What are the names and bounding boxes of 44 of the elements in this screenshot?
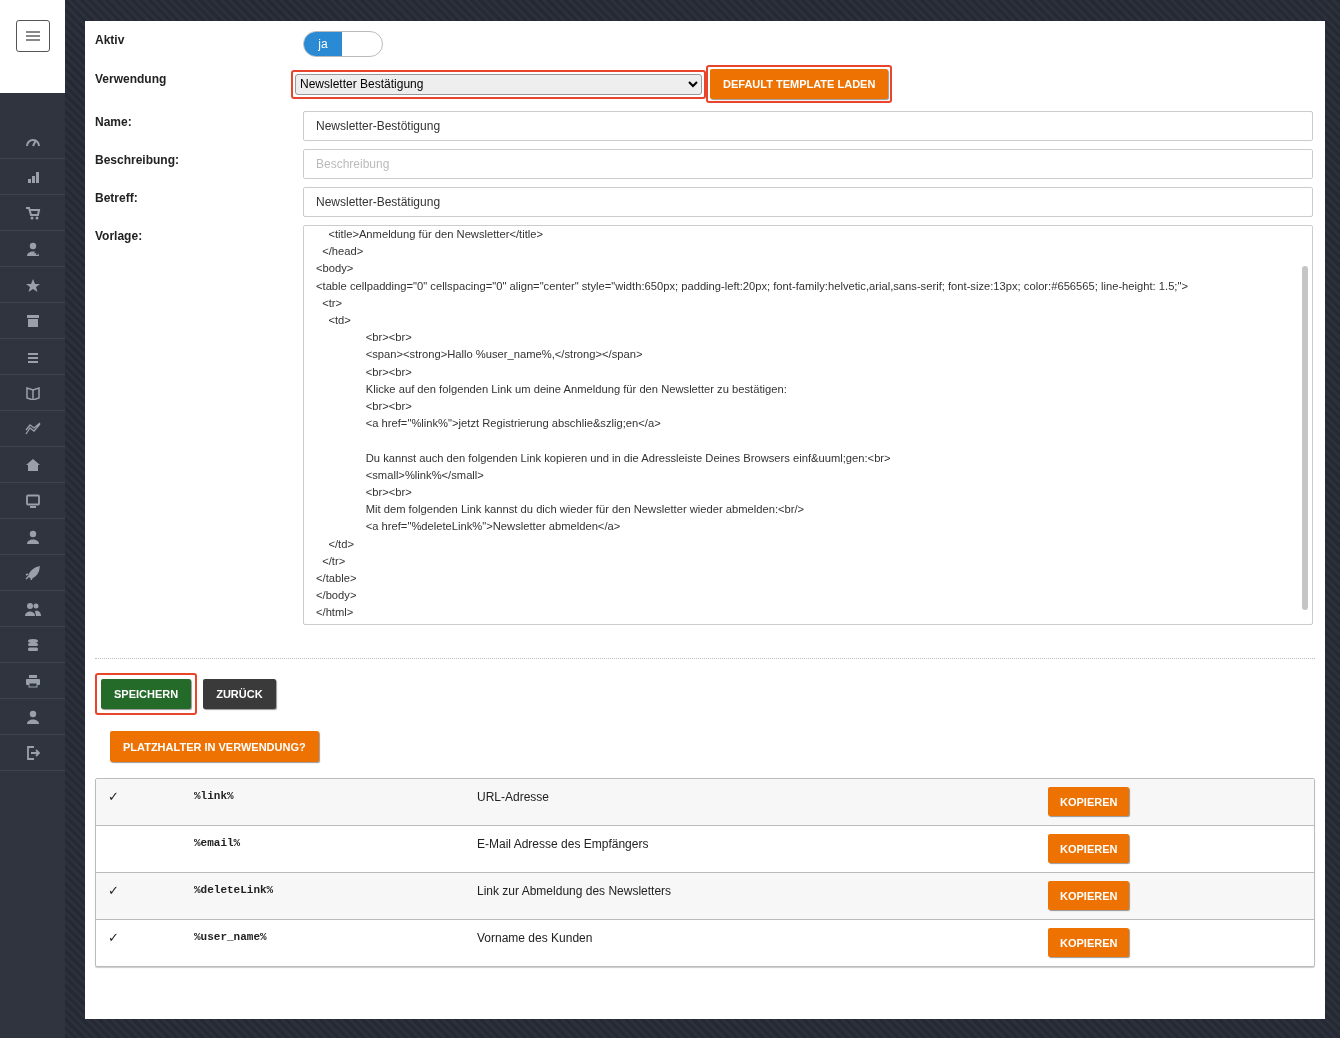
placeholder-code: %email%: [194, 837, 241, 849]
description-field[interactable]: Beschreibung: [303, 149, 1313, 179]
user-icon: [24, 709, 41, 724]
placeholder-description: E-Mail Adresse des Empfängers: [477, 837, 649, 851]
cart-icon: [24, 205, 41, 220]
placeholder-code: %deleteLink%: [194, 884, 274, 896]
field-label: Aktiv: [95, 32, 126, 47]
field-label: Verwendung: [95, 72, 168, 86]
placeholder-description: Vorname des Kunden: [477, 931, 593, 945]
trend-icon: [24, 421, 41, 436]
users-icon: [24, 601, 41, 616]
home-icon: [24, 457, 41, 472]
name-field[interactable]: Newsletter-Bestötigung: [303, 111, 1313, 141]
field-label: Name:: [95, 114, 133, 129]
monitor-icon: [24, 493, 41, 508]
logout-icon: [24, 745, 41, 760]
field-label: Beschreibung:: [95, 152, 180, 167]
subject-field[interactable]: Newsletter-Bestätigung: [303, 187, 1313, 217]
placeholder-description: Link zur Abmeldung des Newsletters: [477, 884, 672, 898]
archive-icon: [24, 313, 41, 328]
copy-button[interactable]: KOPIEREN: [1048, 881, 1130, 910]
template-editor[interactable]: <title>Anmeldung für den Newsletter</title> </head> <body> <table cellpadding="0" cellspacing="0" align="center" style="width:650px; padding-left:20px; font-family:helvetic,arial,sans-serif; font-size:13px; color:#656565; line-height: 1.5;"> <tr> <td> <br><br> <span><strong>Hallo %user_name%,</strong></span> <br><br> Klicke auf den folgenden Link um deine Anmeldung für den Newsletter zu bestätigen: <br><br> <a href="%link%">jetzt Registrierung abschlie&szlig;en</a> Du kannst auch den folgenden Link kopieren und in die Adressleiste Deines Browsers einf&uuml;gen:<br> <small>%link%</small> <br><br> Mit dem folgenden Link kannst du dich wieder für den Newsletter wieder abmelden:<br/> <a href="%deleteLink%">Newsletter abmelden</a> </td> </tr> </table> </body> </html>: [303, 225, 1313, 625]
copy-button[interactable]: KOPIEREN: [1048, 928, 1130, 957]
load-template-button[interactable]: DEFAULT TEMPLATE LADEN: [710, 69, 889, 99]
placeholder-code: %user_name%: [194, 931, 267, 943]
book-icon: [24, 385, 41, 400]
placeholder-code: %link%: [194, 790, 234, 802]
printer-icon: [24, 673, 41, 688]
dropdown[interactable]: Newsletter Bestätigung: [295, 73, 702, 95]
copy-button[interactable]: KOPIEREN: [1048, 787, 1130, 816]
field-label: Vorlage:: [95, 228, 144, 243]
copy-button[interactable]: KOPIEREN: [1048, 834, 1130, 863]
checkmark: ✓: [108, 789, 119, 804]
save-button[interactable]: SPEICHERN: [101, 679, 192, 709]
menu-button[interactable]: [15, 20, 50, 52]
back-button[interactable]: ZURÜCK: [203, 679, 276, 709]
placeholder-description: URL-Adresse: [477, 790, 550, 804]
checkmark: ✓: [108, 883, 119, 898]
user-icon: [24, 529, 41, 544]
star-icon: [24, 277, 41, 292]
field-label: Betreff:: [95, 190, 139, 205]
menu-icon: [25, 31, 40, 41]
placeholder-usage-button[interactable]: PLATZHALTER IN VERWENDUNG?: [110, 731, 319, 762]
checkmark: ✓: [108, 930, 119, 945]
